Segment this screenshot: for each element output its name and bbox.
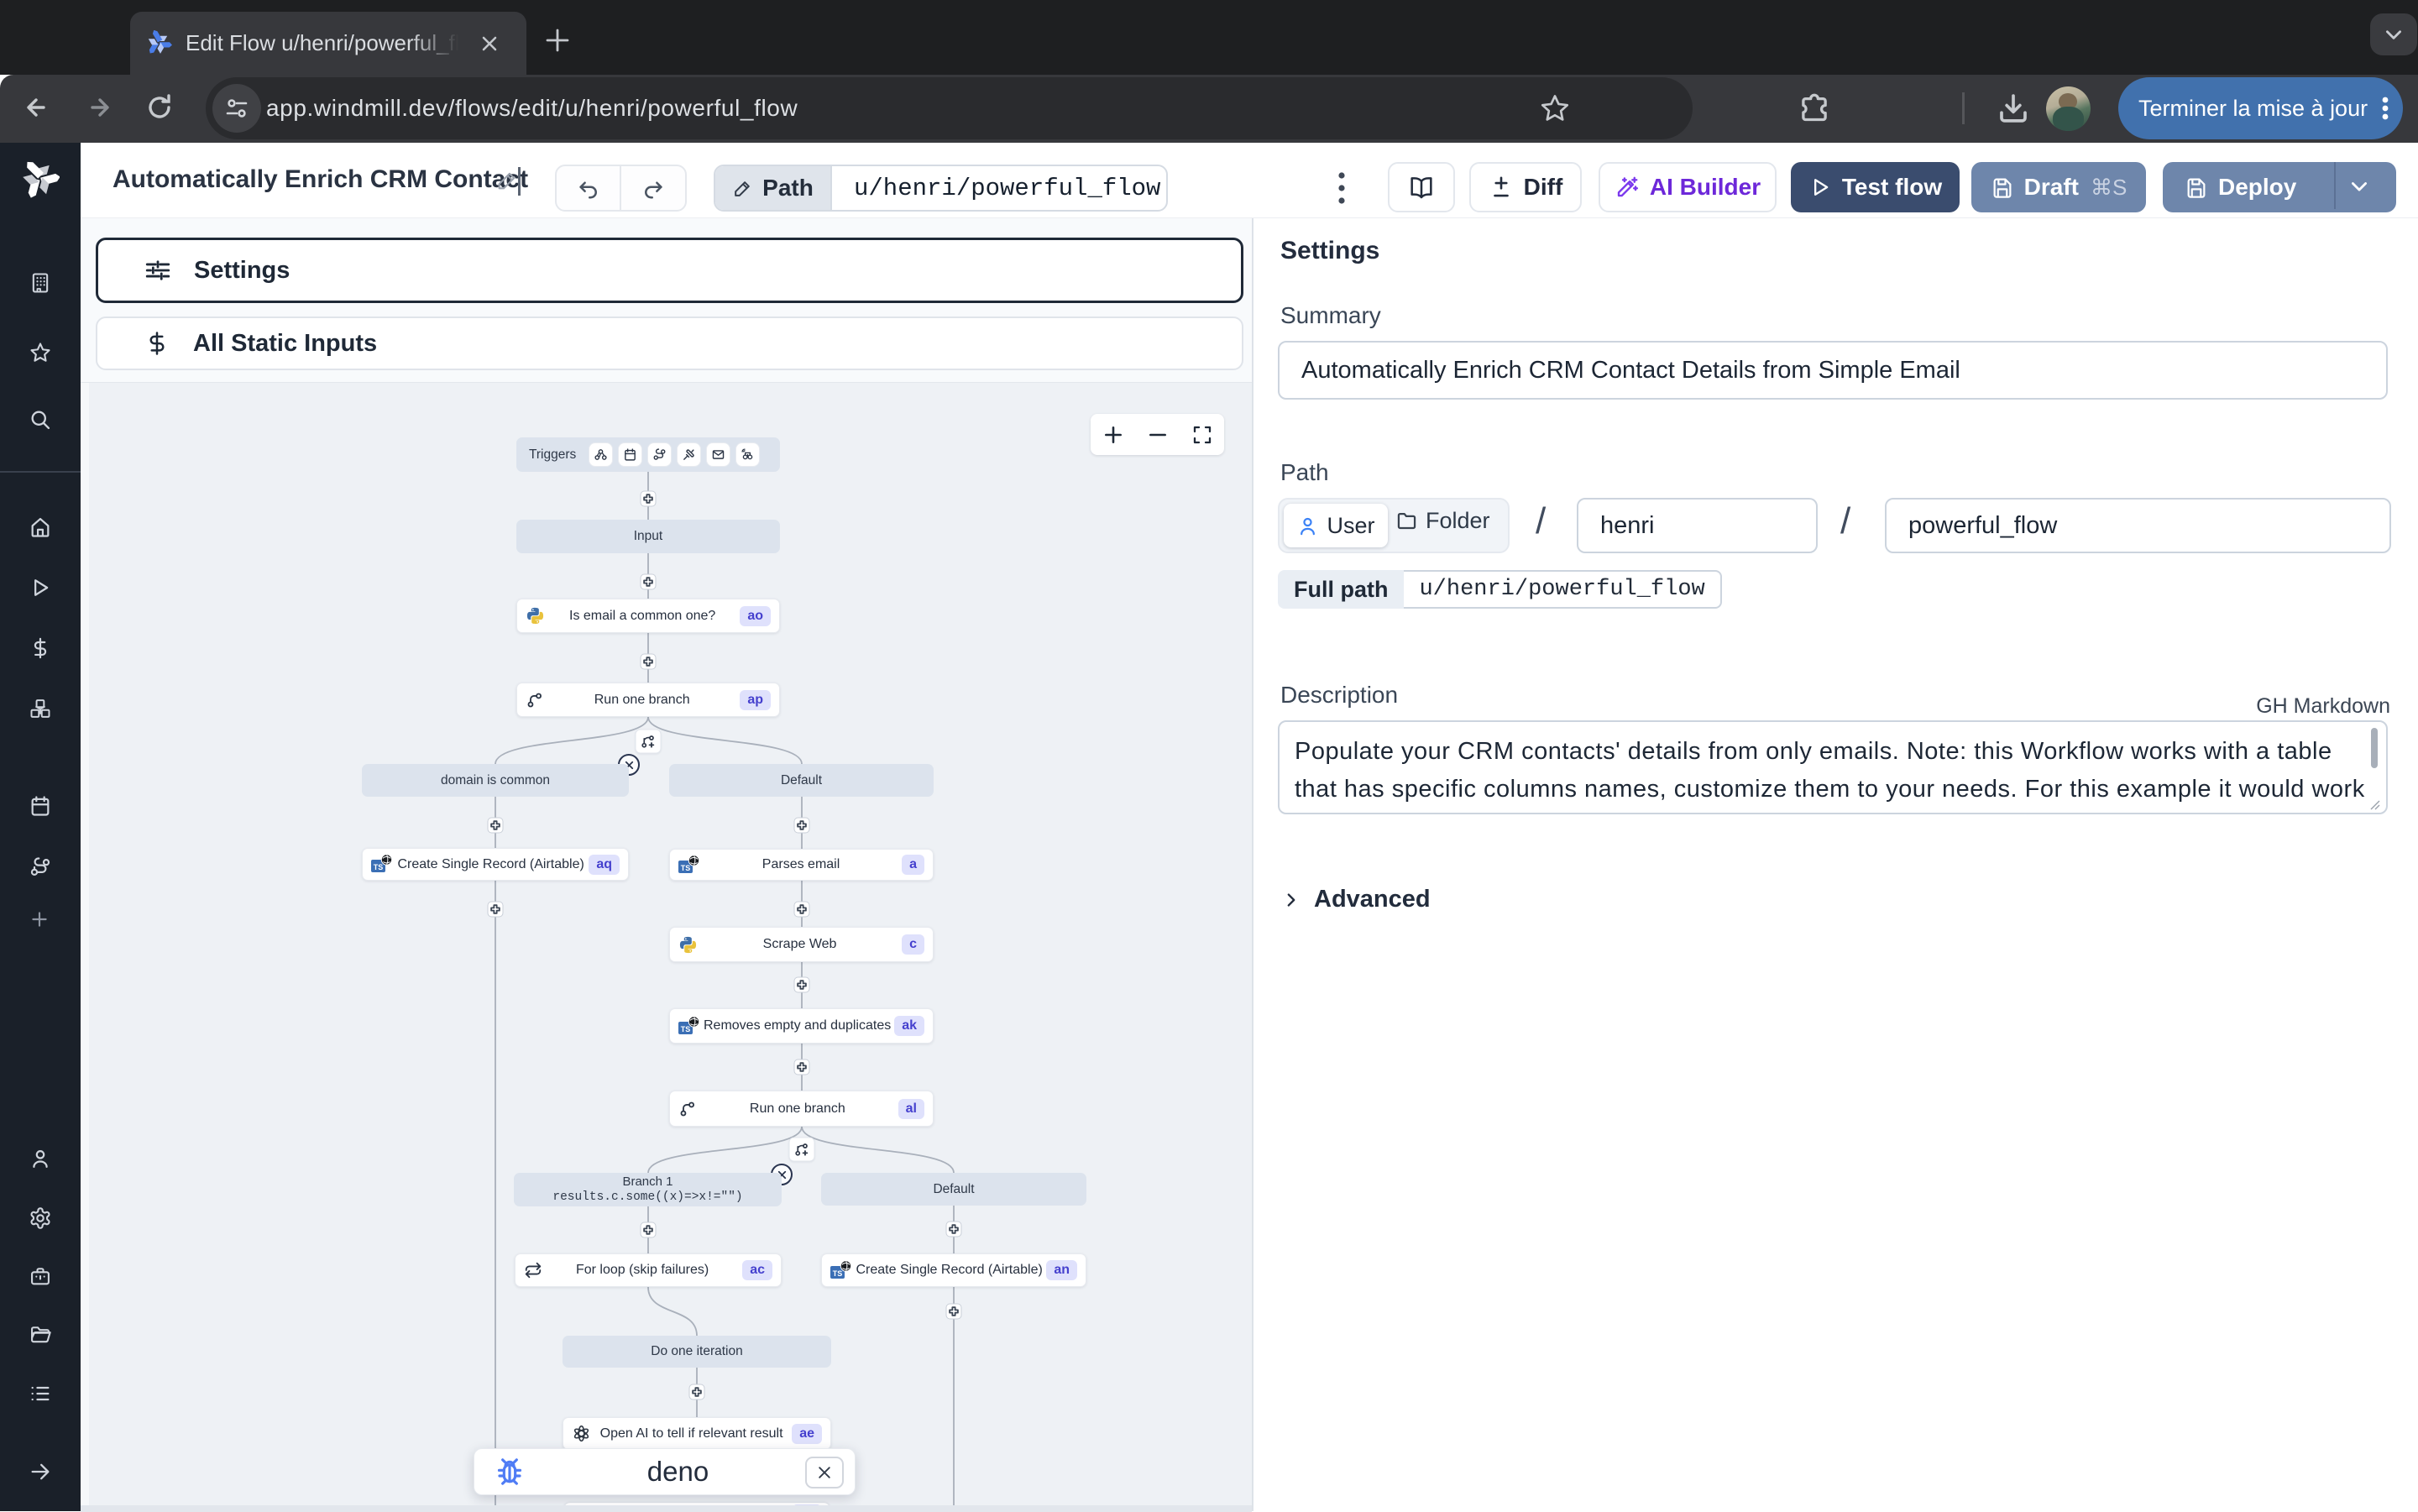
svg-text:TS: TS: [833, 1269, 843, 1278]
svg-text:TS: TS: [681, 864, 691, 872]
svg-text:TS: TS: [681, 1025, 691, 1033]
svg-text:TS: TS: [374, 863, 384, 871]
